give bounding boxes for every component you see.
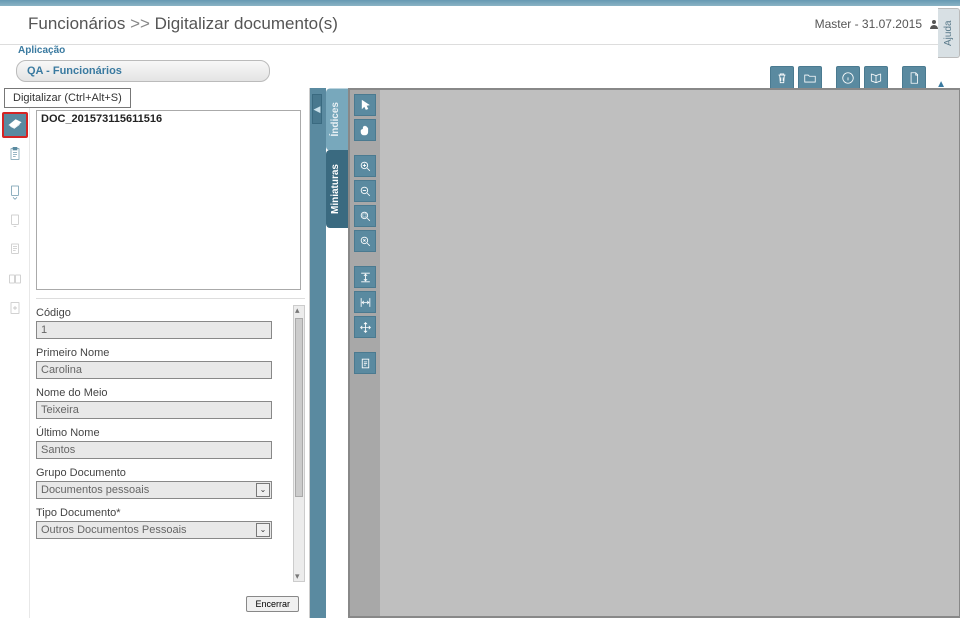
page-split-button <box>2 266 28 292</box>
scan-tooltip: Digitalizar (Ctrl+Alt+S) <box>4 88 131 108</box>
toolbar-doc-button[interactable] <box>902 66 926 90</box>
breadcrumb-sub: Digitalizar documento(s) <box>155 14 338 33</box>
zoom-reset-button[interactable] <box>354 230 376 252</box>
codigo-label: Código <box>36 307 293 319</box>
chevron-down-icon: ⌄ <box>256 483 270 497</box>
ultimo-nome-input[interactable] <box>36 441 272 459</box>
grupo-doc-select[interactable]: Documentos pessoais ⌄ <box>36 481 272 499</box>
toolbar-books-button[interactable] <box>864 66 888 90</box>
tipo-doc-label: Tipo Documento* <box>36 507 293 519</box>
vertical-tabs: Índices Miniaturas <box>326 88 348 618</box>
panel-splitter[interactable]: ◀ <box>310 88 326 618</box>
grupo-doc-value: Documentos pessoais <box>41 484 149 496</box>
viewer-toolbar <box>350 90 380 616</box>
form-scrollbar[interactable] <box>293 305 305 582</box>
breadcrumb-separator: >> <box>130 14 150 33</box>
toolbar-info-button[interactable] <box>836 66 860 90</box>
zoom-region-button[interactable] <box>354 205 376 227</box>
page-properties-button[interactable] <box>354 352 376 374</box>
application-selector[interactable]: QA - Funcionários <box>16 60 270 82</box>
user-info: Master - 31.07.2015 <box>815 17 940 31</box>
zoom-in-button[interactable] <box>354 155 376 177</box>
pointer-tool-button[interactable] <box>354 94 376 116</box>
primeiro-nome-input[interactable] <box>36 361 272 379</box>
scan-button[interactable] <box>2 112 28 138</box>
left-toolbar <box>0 88 30 618</box>
grupo-doc-label: Grupo Documento <box>36 467 293 479</box>
tab-indices[interactable]: Índices <box>326 88 348 150</box>
primeiro-nome-label: Primeiro Nome <box>36 347 293 359</box>
user-label: Master - 31.07.2015 <box>815 17 922 31</box>
page-merge-button <box>2 295 28 321</box>
page-order-button <box>2 237 28 263</box>
tab-miniaturas[interactable]: Miniaturas <box>326 150 348 228</box>
toolbar-trash-button[interactable] <box>770 66 794 90</box>
toolbar-folder-button[interactable] <box>798 66 822 90</box>
tipo-doc-select[interactable]: Outros Documentos Pessoais ⌄ <box>36 521 272 539</box>
fit-page-button[interactable] <box>354 316 376 338</box>
clipboard-doc-button[interactable] <box>2 141 28 167</box>
zoom-out-button[interactable] <box>354 180 376 202</box>
breadcrumb-main: Funcionários <box>28 14 125 33</box>
hand-tool-button[interactable] <box>354 119 376 141</box>
chevron-down-icon: ⌄ <box>256 523 270 537</box>
splitter-collapse-icon[interactable]: ◀ <box>312 94 322 124</box>
document-viewer <box>348 88 960 618</box>
page-header: Funcionários >> Digitalizar documento(s)… <box>0 6 960 45</box>
application-label: Aplicação <box>16 45 960 56</box>
document-item[interactable]: DOC_201573115611516 <box>39 113 298 125</box>
document-list[interactable]: DOC_201573115611516 <box>36 110 301 290</box>
page-down-button[interactable] <box>2 179 28 205</box>
nome-meio-label: Nome do Meio <box>36 387 293 399</box>
page-remove-button <box>2 208 28 234</box>
fit-height-button[interactable] <box>354 266 376 288</box>
tipo-doc-value: Outros Documentos Pessoais <box>41 524 187 536</box>
fit-width-button[interactable] <box>354 291 376 313</box>
document-panel: DOC_201573115611516 Código Primeiro Nome… <box>30 88 310 618</box>
nome-meio-input[interactable] <box>36 401 272 419</box>
viewer-canvas[interactable] <box>380 90 959 616</box>
ultimo-nome-label: Último Nome <box>36 427 293 439</box>
codigo-input[interactable] <box>36 321 272 339</box>
help-tab[interactable]: Ajuda <box>938 8 960 58</box>
close-button[interactable]: Encerrar <box>246 596 299 612</box>
